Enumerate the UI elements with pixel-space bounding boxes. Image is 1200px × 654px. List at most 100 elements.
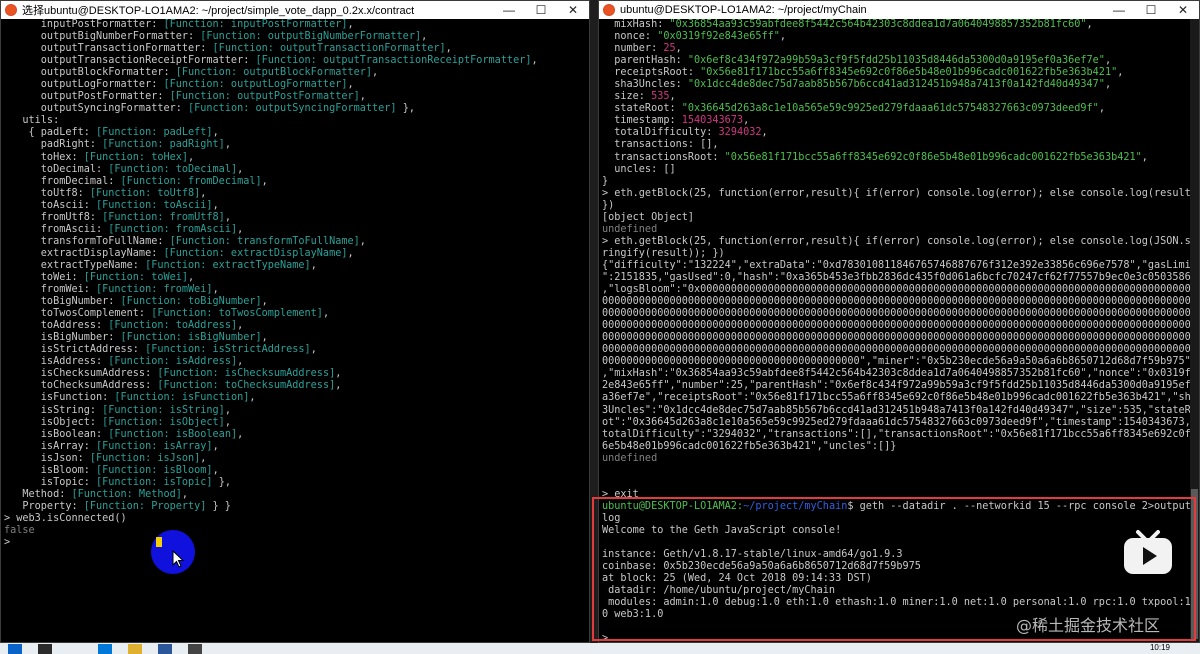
terminal-text: timestamp: [602, 115, 682, 127]
scrollbar[interactable] [1190, 19, 1199, 642]
terminal-text: datadir: /home/ubuntu/project/myChain [602, 585, 836, 597]
terminal-line: [object Object] [602, 212, 1199, 224]
terminal-text: [Function: outputTransactionReceiptForma… [255, 55, 532, 67]
terminal-line: > [4, 537, 589, 549]
terminal-text: , [761, 127, 768, 139]
terminal-text: 6e5b48e01b996cadc001622fb5e363b421","unc… [602, 440, 897, 452]
terminal-line: fromWei: [Function: fromWei], [4, 284, 589, 296]
terminal-line: 0000000000000000000000000000000000000000… [602, 356, 1199, 368]
terminal-text: uncles: [] [602, 163, 676, 175]
terminal-text: , [212, 284, 219, 296]
terminal-line: isTopic: [Function: isTopic] }, [4, 477, 589, 489]
terminal-text: stateRoot: [602, 103, 682, 115]
minimize-icon[interactable]: — [1103, 1, 1135, 19]
maximize-icon[interactable]: ☐ [1135, 1, 1167, 19]
terminal-text: [Function: inputPostFormatter] [163, 19, 348, 30]
scrollbar-thumb[interactable] [1191, 489, 1198, 639]
terminal-text: sha3Uncles: [602, 79, 688, 91]
search-icon[interactable] [38, 644, 52, 654]
terminal-text: [Function: isBigNumber] [120, 332, 262, 344]
terminal-text: false [4, 524, 35, 536]
terminal-text: > web3.isConnected() [4, 512, 127, 524]
terminal-text: fromWei: [4, 284, 97, 296]
terminal-text: transformToFullName: [4, 235, 170, 247]
terminal-text: "0x6ef8c434f972a99b59a3cf9f5fdd25b11035d… [687, 55, 1105, 67]
terminal-text: [Function: toDecimal] [108, 163, 238, 175]
terminal-line: isStrictAddress: [Function: isStrictAddr… [4, 344, 589, 356]
terminal-output-right[interactable]: mixHash: "0x36854aa93c59abfdee8f5442c564… [599, 19, 1199, 642]
terminal-text: }, [212, 476, 231, 488]
terminal-line: isBigNumber: [Function: isBigNumber], [4, 332, 589, 344]
watermark: @稀土掘金技术社区 [1016, 616, 1161, 635]
terminal-line: > eth.getBlock(25, function(error,result… [602, 188, 1199, 200]
terminal-text: , [188, 271, 195, 283]
terminal-text: , [359, 91, 366, 103]
terminal-text: [Function: outputPostFormatter] [169, 91, 360, 103]
close-icon[interactable]: ✕ [1167, 1, 1199, 19]
terminal-line: 0000000000000000000000000000000000000000… [602, 308, 1199, 320]
terminal-text: a36ef7e","receiptsRoot":"0x56e81f171bcc5… [602, 392, 1197, 404]
terminal-line: Property: [Function: Property] } } [4, 501, 589, 513]
title-bar-left[interactable]: 选择ubuntu@DESKTOP-LO1AMA2: ~/project/simp… [1, 1, 589, 19]
terminal-text: , [445, 43, 452, 55]
terminal-icon [5, 4, 17, 16]
terminal-text: isJson: [4, 452, 90, 464]
terminal-text: ubuntu@DESKTOP-LO1AMA2: [602, 500, 744, 512]
terminal-text: isAddress: [4, 356, 109, 368]
terminal-line: isFunction: [Function: isFunction], [4, 392, 589, 404]
terminal-text: toTwosComplement: [4, 308, 152, 320]
terminal-text: number: [602, 43, 664, 55]
terminal-text: , [212, 199, 219, 211]
terminal-text: "0x36854aa93c59abfdee8f5442c564b42303c8d… [669, 19, 1087, 30]
terminal-text: coinbase: 0x5b230ecde56a9a50a6a6b8650712… [602, 561, 921, 573]
minimize-icon[interactable]: — [493, 1, 525, 19]
terminal-icon [603, 4, 615, 16]
terminal-text: ":2151835,"gasUsed":0,"hash":"0xa365b453… [602, 271, 1197, 283]
terminal-text: , [310, 259, 317, 271]
terminal-line: } [602, 176, 1199, 188]
terminal-window-left[interactable]: 选择ubuntu@DESKTOP-LO1AMA2: ~/project/simp… [0, 0, 590, 643]
terminal-text: [Function: fromUtf8] [102, 211, 225, 223]
terminal-line: inputPostFormatter: [Function: inputPost… [4, 19, 589, 31]
terminal-line: toTwosComplement: [Function: toTwosCompl… [4, 308, 589, 320]
terminal-line: extractDisplayName: [Function: extractDi… [4, 248, 589, 260]
maximize-icon[interactable]: ☐ [525, 1, 557, 19]
terminal-text: isBoolean: [4, 428, 109, 440]
terminal-text: [Function: toAddress] [108, 320, 238, 332]
terminal-text: , [675, 43, 682, 55]
terminal-text: inputPostFormatter: [4, 19, 164, 30]
terminal-line: 6e5b48e01b996cadc001622fb5e363b421","unc… [602, 441, 1199, 453]
terminal-text: [Function: toBigNumber] [120, 296, 262, 308]
terminal-text: , [1141, 151, 1148, 163]
terminal-text: [Function: transformToFullName] [169, 235, 360, 247]
terminal-line: sha3Uncles: "0x1dcc4de8dec75d7aab85b567b… [602, 79, 1199, 91]
terminal-icon[interactable] [188, 644, 202, 654]
terminal-text: outputPostFormatter: [4, 91, 170, 103]
terminal-text: , [1104, 55, 1112, 67]
terminal-text: outputTransactionFormatter: [4, 43, 213, 55]
terminal-line: instance: Geth/v1.8.17-stable/linux-amd6… [602, 549, 1199, 561]
terminal-text: 0000000000000000000000000000000000000000… [602, 332, 1191, 344]
terminal-window-right[interactable]: ubuntu@DESKTOP-LO1AMA2: ~/project/myChai… [598, 0, 1200, 643]
window-title-right: ubuntu@DESKTOP-LO1AMA2: ~/project/myChai… [620, 4, 867, 16]
title-bar-right[interactable]: ubuntu@DESKTOP-LO1AMA2: ~/project/myChai… [599, 1, 1199, 19]
terminal-line: toDecimal: [Function: toDecimal], [4, 164, 589, 176]
terminal-line: }) [602, 200, 1199, 212]
terminal-text: instance: Geth/v1.8.17-stable/linux-amd6… [602, 549, 903, 561]
terminal-output-left[interactable]: inputPostFormatter: [Function: inputPost… [1, 19, 589, 642]
terminal-text: [Function: isJson] [89, 452, 201, 464]
terminal-line: toAscii: [Function: toAscii], [4, 200, 589, 212]
windows-start-icon[interactable] [8, 644, 22, 654]
folder-icon[interactable] [128, 644, 142, 654]
close-icon[interactable]: ✕ [557, 1, 589, 19]
terminal-text: [Function: toAscii] [96, 199, 213, 211]
terminal-line: undefined [602, 453, 1199, 465]
terminal-line: ubuntu@DESKTOP-LO1AMA2:~/project/myChain… [602, 501, 1199, 513]
terminal-text: toHex: [4, 151, 84, 163]
terminal-text: , [212, 464, 219, 476]
word-icon[interactable] [158, 644, 172, 654]
edge-icon[interactable] [98, 644, 112, 654]
terminal-text: extractTypeName: [4, 259, 146, 271]
terminal-line: totalDifficulty":"3294032","transactions… [602, 429, 1199, 441]
terminal-line: false [4, 525, 589, 537]
